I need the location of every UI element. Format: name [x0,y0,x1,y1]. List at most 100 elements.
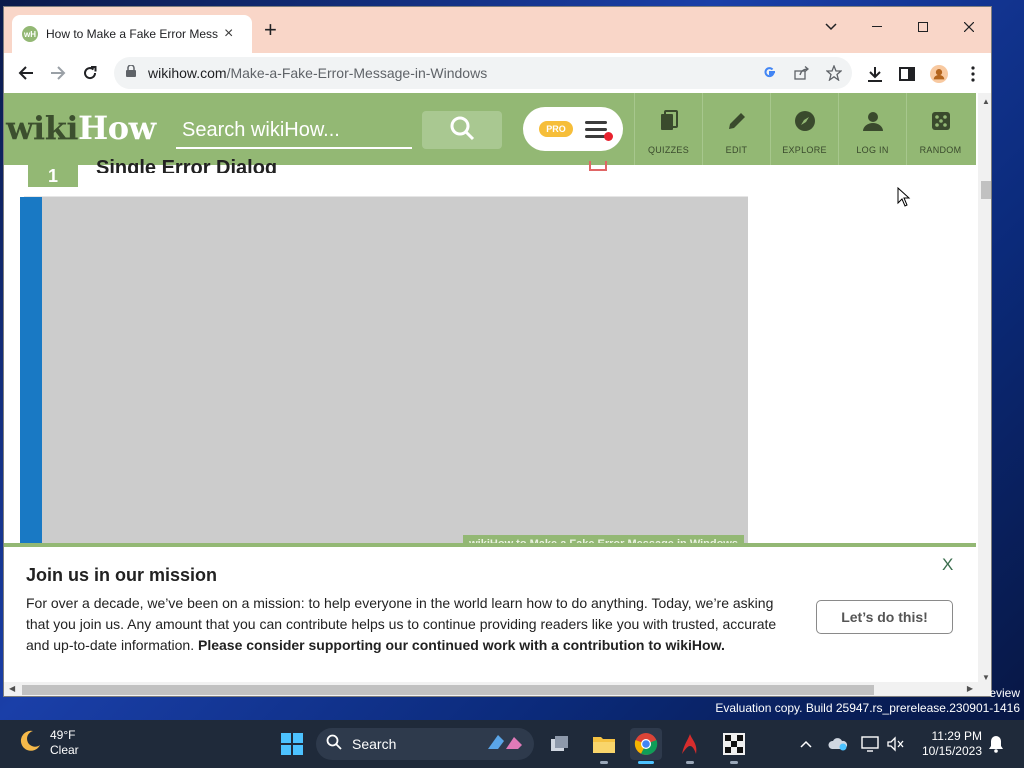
taskbar: 49°F Clear Search 11:29 PM 10/15/2023 [0,720,1024,768]
weather-temperature: 49°F [50,728,76,742]
site-search-button[interactable] [422,111,502,149]
donation-banner: Join us in our mission For over a decade… [4,543,976,681]
vertical-scroll-thumb[interactable] [981,181,991,199]
weather-condition: Clear [50,743,79,757]
active-indicator [638,761,654,764]
taskbar-search-icon [326,734,342,755]
nav-explore[interactable]: EXPLORE [770,93,838,165]
nav-quizzes[interactable]: QUIZZES [634,93,702,165]
step-bookmark-icon[interactable] [589,161,607,171]
volume-muted-icon[interactable] [886,734,906,754]
browser-tab[interactable]: wH How to Make a Fake Error Message in W… [12,15,252,53]
banner-body: For over a decade, we’ve been on a missi… [26,593,788,656]
weather-widget[interactable]: 49°F Clear [18,728,79,758]
scroll-up-arrow-icon[interactable]: ▲ [982,97,990,106]
moon-icon [18,729,42,758]
scroll-left-arrow-icon[interactable]: ◀ [9,684,15,693]
notification-dot [604,132,613,141]
close-tab-icon[interactable]: × [224,26,233,42]
site-search-input[interactable]: Search wikiHow... [176,115,412,149]
step-accent-bar [20,197,42,547]
tab-search-chevron-icon[interactable] [808,13,854,41]
file-explorer-button[interactable] [588,728,620,764]
google-lens-icon[interactable] [762,65,778,81]
pro-badge: PRO [539,121,573,137]
horizontal-scroll-thumb[interactable] [22,685,874,695]
chrome-button[interactable] [630,728,662,764]
nav-label: EDIT [725,145,748,155]
notification-bell-icon[interactable] [986,734,1006,754]
close-window-button[interactable] [946,13,991,41]
clock-date: 10/15/2023 [921,744,982,758]
nav-label: RANDOM [919,145,962,155]
hamburger-menu-icon [585,119,613,141]
onedrive-icon[interactable] [828,734,848,754]
scroll-right-arrow-icon[interactable]: ▶ [967,684,973,693]
taskbar-search-label: Search [352,736,397,752]
search-highlight-icon [484,731,528,758]
banner-close-button[interactable]: X [942,555,953,575]
donate-cta-button[interactable]: Let’s do this! [816,600,953,634]
url-path: /Make-a-Fake-Error-Message-in-Windows [226,65,488,81]
step-image[interactable]: wikiHow to Make a Fake Error Message in … [42,197,748,547]
reload-icon[interactable] [78,61,102,85]
running-indicator [600,761,608,764]
step-header: 1 Single Error Dialog [24,157,748,197]
bookmark-star-icon[interactable] [826,65,842,81]
nav-label: QUIZZES [647,145,690,155]
running-indicator [730,761,738,764]
browser-toolbar: wikihow.com/Make-a-Fake-Error-Message-in… [4,53,991,93]
clock-time: 11:29 PM [931,729,982,743]
mouse-cursor-icon [897,186,911,212]
minimize-button[interactable] [854,13,900,41]
pro-menu-button[interactable]: PRO [523,107,623,151]
back-arrow-icon[interactable] [14,61,38,85]
search-icon [449,115,475,146]
nav-label: LOG IN [856,145,889,155]
profile-avatar-icon[interactable] [930,65,948,83]
start-button[interactable] [276,728,308,760]
share-icon[interactable] [794,65,810,81]
nav-edit[interactable]: EDIT [702,93,770,165]
taskbar-search[interactable]: Search [316,728,534,760]
tab-strip: wH How to Make a Fake Error Message in W… [4,7,991,53]
step-number: 1 [28,157,78,187]
new-tab-button[interactable]: + [264,19,277,41]
url-text[interactable]: wikihow.com/Make-a-Fake-Error-Message-in… [148,65,487,81]
show-hidden-icons-chevron-icon[interactable] [796,734,816,754]
wikihow-logo[interactable]: wikiHow [6,109,156,147]
evaluation-watermark: Evaluation copy. Build 25947.rs_prerelea… [715,701,1020,715]
quizzes-icon [657,109,681,133]
download-icon[interactable] [866,65,884,83]
pencil-icon [725,109,749,133]
site-info-lock-icon[interactable] [126,64,136,82]
scroll-down-arrow-icon[interactable]: ▼ [982,673,990,682]
address-bar[interactable]: wikihow.com/Make-a-Fake-Error-Message-in… [114,57,852,89]
compass-icon [793,109,817,133]
system-clock[interactable]: 11:29 PM 10/15/2023 [918,729,982,759]
forward-arrow-icon[interactable] [46,61,70,85]
desktop-watermark-fragment: eview [989,686,1020,700]
nav-login[interactable]: LOG IN [838,93,906,165]
user-icon [861,109,885,133]
step-title: Single Error Dialog [96,157,278,173]
tab-title: How to Make a Fake Error Message in Wind… [46,27,218,41]
more-menu-icon[interactable] [964,65,982,83]
nav-random[interactable]: RANDOM [906,93,974,165]
nav-label: EXPLORE [782,145,827,155]
wikihow-favicon-icon: wH [22,26,38,42]
red-app-button[interactable] [674,728,706,764]
pixel-app-button[interactable] [718,728,750,764]
task-view-button[interactable] [544,728,576,760]
side-panel-icon[interactable] [898,65,916,83]
logo-wiki-text: wiki [6,109,79,147]
network-icon[interactable] [860,734,880,754]
web-page: wikiHow Search wikiHow... PRO QUIZZES ED… [4,93,976,696]
banner-body-bold: Please consider supporting our continued… [198,637,725,653]
browser-window: wH How to Make a Fake Error Message in W… [3,6,992,697]
vertical-scrollbar[interactable]: ▲ ▼ [978,93,991,696]
maximize-button[interactable] [900,13,946,41]
logo-how-text: How [78,109,156,147]
horizontal-scrollbar[interactable]: ◀ ▶ [4,682,978,696]
url-domain: wikihow.com [148,65,227,81]
